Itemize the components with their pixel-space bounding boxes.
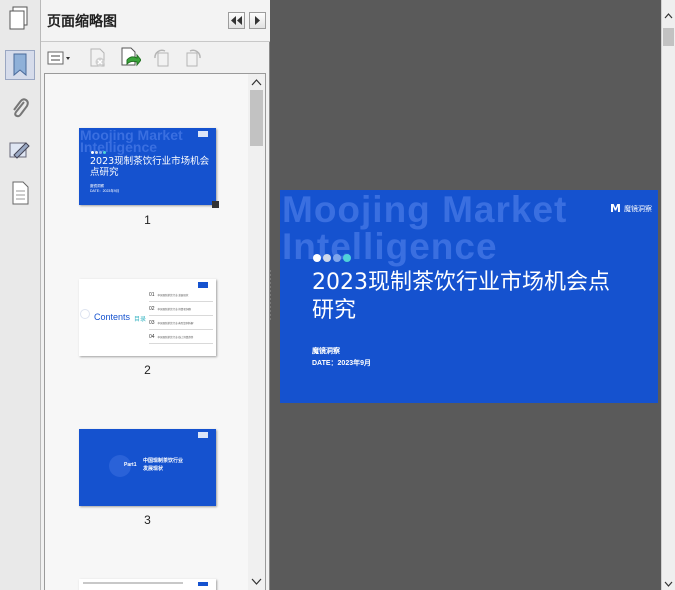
layers-page-icon[interactable] [5, 178, 35, 208]
thumbnail-list: Moojing Market Intelligence 2023现制茶饮行业市场… [44, 73, 266, 590]
slide-dot [333, 254, 341, 262]
thumbnail-scrollbar-thumb[interactable] [250, 90, 263, 146]
slide-dot [323, 254, 331, 262]
rotate-ccw-button[interactable] [151, 47, 173, 69]
thumbnail-scrollbar[interactable] [248, 74, 265, 590]
pages-panel-icon[interactable] [5, 4, 35, 34]
slide-dot [343, 254, 351, 262]
slide-watermark-line1: Moojing Market [282, 190, 568, 230]
thumbnail-page-2[interactable]: Contents 目录 01 中国现制茶饮行业-发展现状 02 中国现制茶饮行业… [79, 279, 216, 356]
scroll-up-arrow-icon[interactable] [248, 76, 265, 90]
thumb2-toc-text: 中国现制茶饮行业-发展现状 [157, 293, 189, 297]
thumb3-heading-line1: 中国现制茶饮行业 [143, 458, 184, 464]
thumb1-date: DATE：2023年9月 [90, 189, 120, 193]
document-scrollbar[interactable] [661, 0, 675, 590]
thumb3-logo [198, 432, 208, 438]
thumb2-toc-item: 03 中国现制茶饮行业-典型案例拆解 [149, 316, 213, 330]
thumb3-part-label: Part1 [124, 462, 137, 468]
expand-panel-button[interactable] [249, 12, 266, 29]
thumb2-toc-num: 03 [149, 319, 155, 326]
navigation-rail [0, 0, 41, 590]
slide-logo: M 魔镜洞察 [610, 202, 652, 215]
collapse-panel-button[interactable] [228, 12, 245, 29]
thumb2-toc-item: 02 中国现制茶饮行业-消费者洞察 [149, 302, 213, 316]
delete-page-icon [90, 48, 105, 67]
thumb2-contents-cn: 目录 [134, 317, 147, 323]
thumb2-contents-label: Contents [94, 312, 131, 322]
thumb1-logo [198, 131, 208, 137]
thumb2-toc-text: 中国现制茶饮行业-消费者洞察 [157, 307, 191, 311]
thumb1-dot [103, 151, 106, 154]
options-menu-button[interactable] [47, 47, 73, 69]
thumb1-dot [99, 151, 102, 154]
signatures-icon[interactable] [5, 136, 35, 166]
thumb4-logo [198, 582, 208, 586]
page-thumbnails-panel: 页面缩略图 Moojing Market Intelligence 2023现制… [41, 0, 270, 590]
thumb3-heading-line2: 发展现状 [143, 466, 164, 472]
panel-header: 页面缩略图 [41, 0, 270, 42]
thumbnail-page-number: 1 [144, 213, 151, 227]
thumbnail-resize-handle[interactable] [212, 201, 219, 208]
slide-logo-text: 魔镜洞察 [623, 205, 652, 213]
thumb2-toc-text: 中国现制茶饮行业-典型案例拆解 [157, 321, 194, 325]
current-page-slide: Moojing Market Intelligence M 魔镜洞察 2023现… [280, 190, 658, 403]
thumbnail-page-number: 3 [144, 513, 151, 527]
thumb2-toc-num: 04 [149, 333, 155, 340]
bookmarks-icon[interactable] [5, 50, 35, 80]
thumb2-toc-item: 04 中国现制茶饮行业-线上消费趋势 [149, 330, 213, 344]
delete-pages-button[interactable] [87, 47, 109, 69]
scroll-down-arrow-icon[interactable] [248, 574, 265, 588]
slide-title: 2023现制茶饮行业市场机会点研究 [312, 270, 610, 323]
thumbnail-page-3[interactable]: Part1 中国现制茶饮行业 发展现状 [79, 429, 216, 506]
panel-title: 页面缩略图 [47, 14, 117, 30]
thumb2-circle-decoration [80, 309, 90, 319]
thumb2-toc-text: 中国现制茶饮行业-线上消费趋势 [157, 335, 194, 339]
thumb1-dot [91, 151, 94, 154]
thumb2-toc-num: 01 [149, 291, 155, 298]
attachments-icon[interactable] [5, 94, 35, 124]
thumb1-dot [95, 151, 98, 154]
document-scrollbar-thumb[interactable] [663, 28, 674, 46]
thumb2-toc-list: 01 中国现制茶饮行业-发展现状 02 中国现制茶饮行业-消费者洞察 03 中国… [149, 288, 213, 344]
thumb1-title: 2023现制茶饮行业市场机会点研究 [90, 156, 210, 178]
insert-pages-button[interactable] [118, 47, 142, 69]
thumb2-toc-item: 01 中国现制茶饮行业-发展现状 [149, 288, 213, 302]
options-list-icon [47, 51, 70, 65]
slide-date: DATE：2023年9月 [312, 360, 372, 367]
thumbnail-page-4[interactable] [79, 579, 216, 590]
chevron-right-icon [255, 16, 260, 25]
insert-page-icon [121, 47, 141, 67]
brand-m-icon: M [610, 202, 621, 215]
thumbnail-page-1[interactable]: Moojing Market Intelligence 2023现制茶饮行业市场… [79, 128, 216, 205]
slide-org: 魔镜洞察 [312, 348, 340, 355]
rotate-right-icon [186, 49, 201, 67]
pdf-viewer-window: 页面缩略图 Moojing Market Intelligence 2023现制… [0, 0, 675, 590]
rotate-cw-button[interactable] [182, 47, 204, 69]
scroll-down-arrow-icon[interactable] [662, 578, 675, 590]
thumbnail-page-number: 2 [144, 363, 151, 377]
thumb4-text-line [83, 582, 183, 584]
slide-dot [313, 254, 321, 262]
thumb2-toc-num: 02 [149, 305, 155, 312]
double-chevron-left-icon [231, 16, 242, 25]
scroll-up-arrow-icon[interactable] [662, 10, 675, 22]
thumbnails-toolbar [41, 43, 270, 73]
rotate-left-icon [154, 49, 169, 67]
